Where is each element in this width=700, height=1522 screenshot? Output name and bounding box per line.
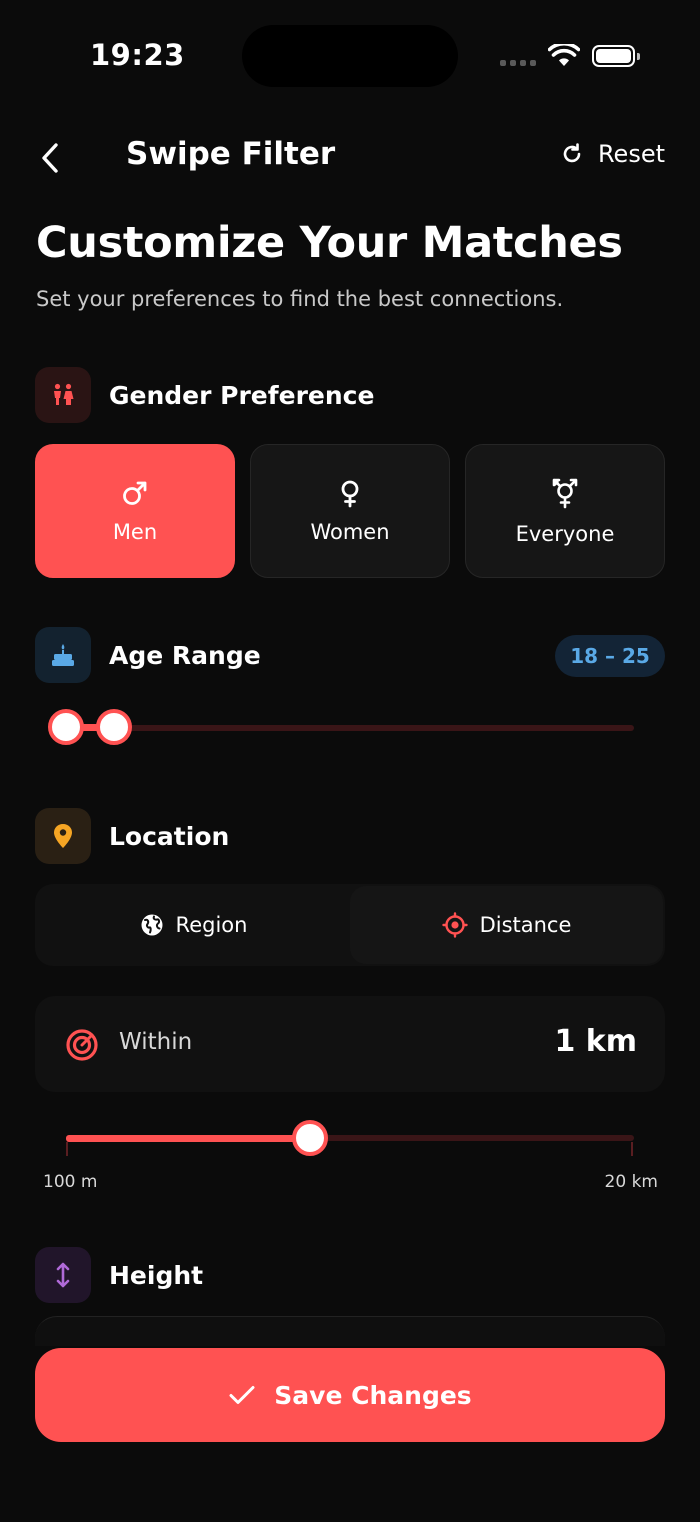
age-slider-track[interactable]: [66, 725, 634, 731]
vertical-arrows-icon: [35, 1247, 91, 1303]
refresh-icon: [563, 143, 581, 163]
distance-value: 1 km: [554, 1024, 637, 1059]
location-mode-toggle: Region Distance: [35, 884, 665, 966]
age-range-badge: 18 – 25: [555, 635, 665, 677]
gender-options: Men Women Everyone: [35, 444, 665, 578]
height-section-label: Height: [109, 1260, 204, 1290]
page-subtitle: Set your preferences to find the best co…: [36, 287, 564, 311]
distance-slider-thumb[interactable]: [292, 1120, 329, 1156]
distance-min-tick: [66, 1142, 68, 1156]
height-section-header: Height: [35, 1247, 203, 1303]
status-time: 19:23: [90, 38, 185, 72]
dynamic-island: [242, 25, 458, 87]
gender-section-header: Gender Preference: [35, 367, 374, 423]
reset-label: Reset: [597, 140, 665, 168]
location-mode-distance[interactable]: Distance: [350, 886, 663, 964]
chevron-left-icon: [42, 143, 58, 173]
header-title: Swipe Filter: [126, 136, 336, 172]
transgender-icon: [552, 478, 578, 509]
distance-min-label: 100 m: [43, 1172, 98, 1192]
globe-icon: [141, 914, 163, 936]
gender-option-everyone[interactable]: Everyone: [465, 444, 665, 578]
gender-option-men[interactable]: Men: [35, 444, 235, 578]
location-mode-region[interactable]: Region: [37, 886, 350, 964]
battery-icon: [592, 45, 640, 67]
distance-within-label: Within: [119, 1029, 193, 1055]
age-section-label: Age Range: [109, 640, 261, 670]
wifi-icon: [547, 41, 581, 72]
gender-section-label: Gender Preference: [109, 380, 375, 410]
age-section-header: Age Range: [35, 627, 261, 683]
gender-option-label: Men: [112, 520, 158, 544]
map-pin-icon: [35, 808, 91, 864]
age-max-thumb[interactable]: [96, 709, 132, 745]
location-section-label: Location: [109, 821, 230, 851]
gender-option-women[interactable]: Women: [250, 444, 450, 578]
status-bar: 19:23: [0, 0, 700, 110]
distance-slider-fill: [66, 1135, 311, 1142]
location-mode-label: Distance: [479, 913, 572, 937]
target-icon: [65, 1028, 99, 1066]
gender-option-label: Women: [310, 520, 390, 544]
distance-max-label: 20 km: [604, 1172, 658, 1192]
female-icon: [341, 480, 359, 508]
age-min-thumb[interactable]: [48, 709, 84, 745]
back-button[interactable]: [30, 136, 70, 180]
crosshair-icon: [441, 912, 468, 938]
location-mode-label: Region: [175, 913, 248, 937]
height-card: [35, 1316, 665, 1346]
page-title: Customize Your Matches: [36, 218, 623, 268]
save-changes-label: Save Changes: [274, 1380, 472, 1410]
cellular-signal-icon: [500, 60, 536, 66]
location-section-header: Location: [35, 808, 229, 864]
gender-option-label: Everyone: [515, 522, 615, 546]
reset-button[interactable]: Reset: [560, 140, 665, 168]
checkmark-icon: [229, 1386, 255, 1404]
distance-max-tick: [631, 1142, 633, 1156]
male-icon: [123, 481, 147, 505]
restroom-icon: [35, 367, 91, 423]
distance-card: Within 1 km: [35, 996, 665, 1092]
save-changes-button[interactable]: Save Changes: [35, 1348, 665, 1442]
cake-icon: [35, 627, 91, 683]
